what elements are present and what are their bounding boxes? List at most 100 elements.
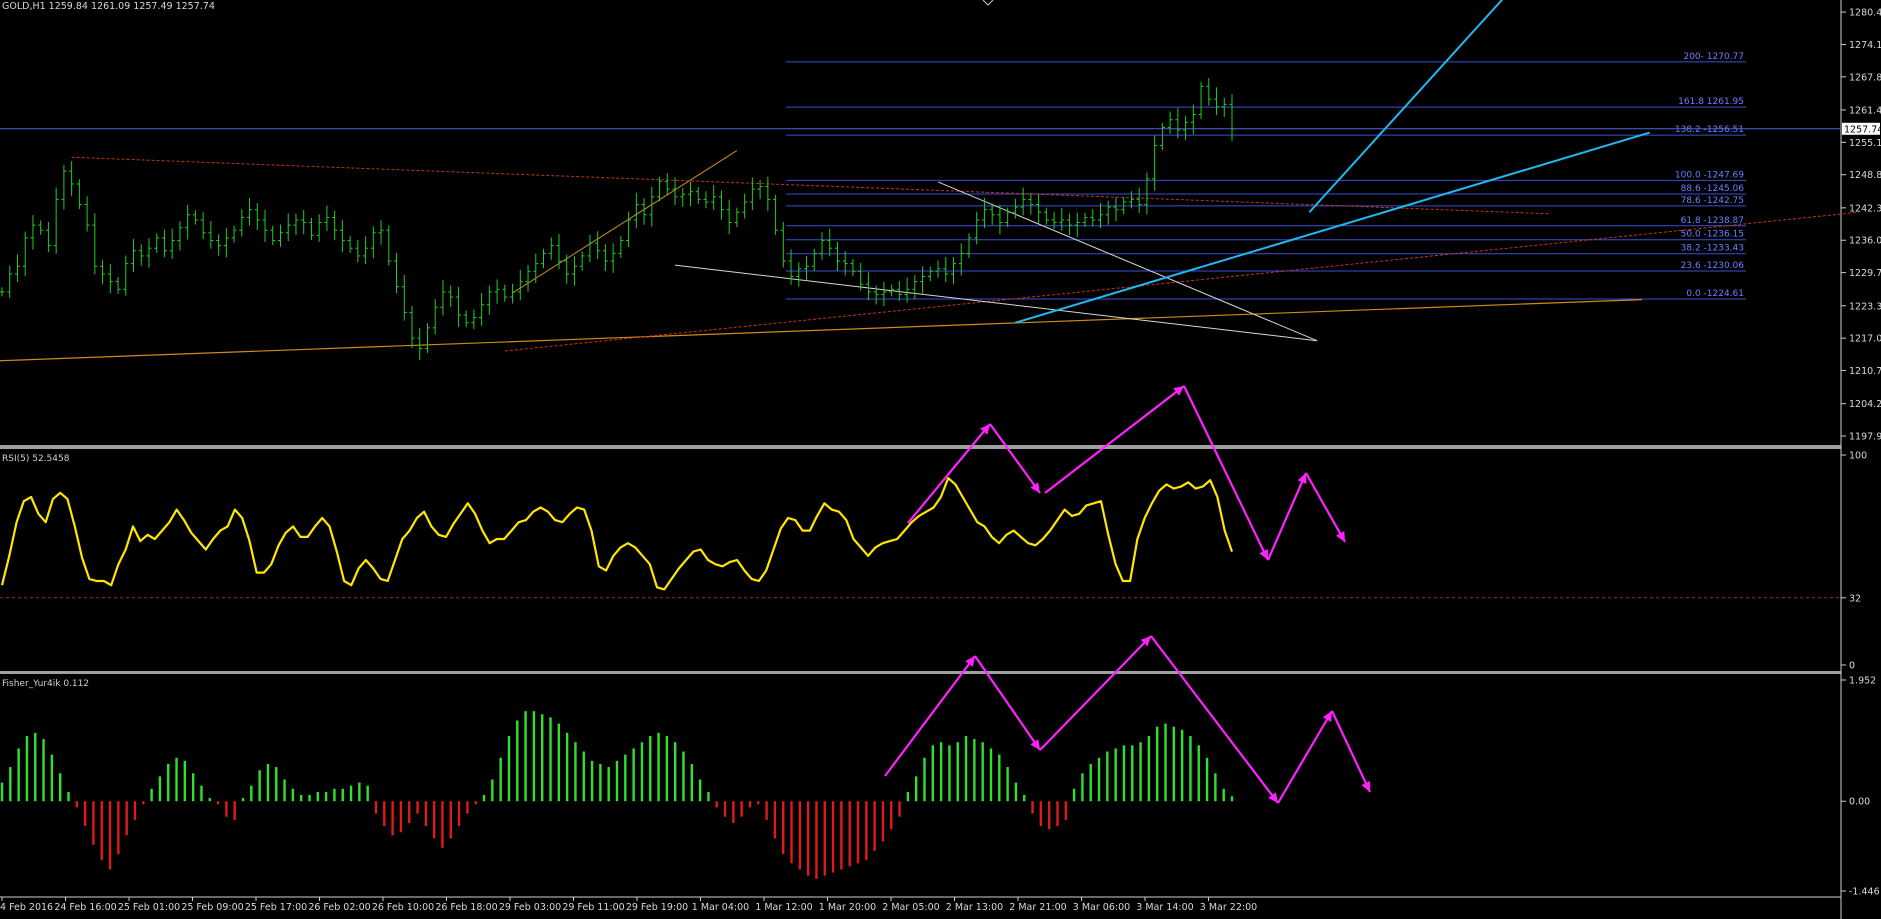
fisher-bar <box>624 754 627 802</box>
fisher-bar <box>1197 745 1200 802</box>
price-tick-label: 1261.40 <box>1849 105 1881 116</box>
fisher-bar <box>532 711 536 802</box>
fisher-bar <box>1164 723 1167 802</box>
fisher-bar <box>748 801 752 808</box>
fisher-bar <box>806 801 810 876</box>
price-tick-label: 1274.15 <box>1849 40 1881 51</box>
fisher-bar <box>1172 726 1176 802</box>
fisher-bar <box>499 757 502 802</box>
fib-level-label: 38.2 -1233.43 <box>1681 244 1744 254</box>
fisher-bar <box>9 767 12 802</box>
fisher-bar <box>58 773 62 802</box>
fisher-bar <box>541 714 544 802</box>
fisher-title: Fisher_Yur4ik 0.112 <box>2 679 89 689</box>
fisher-bar <box>341 788 344 802</box>
fisher-bar <box>324 791 328 802</box>
fisher-bar <box>1114 748 1117 802</box>
fisher-bar <box>757 801 760 805</box>
price-tick-label: 1217.00 <box>1849 334 1881 345</box>
fisher-bar <box>316 791 320 802</box>
time-tick-label: 1 Mar 04:00 <box>692 902 749 913</box>
time-tick-label: 26 Feb 10:00 <box>372 902 434 913</box>
fisher-bar <box>333 788 336 802</box>
fisher-bar <box>1006 767 1009 802</box>
fisher-bar <box>1056 801 1059 827</box>
fisher-bar <box>956 742 959 802</box>
price-tick-label: 1267.85 <box>1849 72 1881 83</box>
fisher-bar <box>906 791 910 802</box>
fisher-bar <box>1106 751 1109 802</box>
fib-level-label: 50.0 -1236.15 <box>1681 230 1744 240</box>
fisher-bar <box>42 739 45 802</box>
fisher-bar <box>150 788 153 802</box>
fisher-bar <box>865 801 868 861</box>
fisher-bar <box>482 795 486 802</box>
fisher-bar <box>158 776 162 802</box>
fisher-bar <box>973 739 976 802</box>
fisher-bar <box>424 801 428 827</box>
rsi-title: RSI(5) 52.5458 <box>2 454 70 464</box>
time-tick-label: 1 Mar 20:00 <box>819 902 876 913</box>
fisher-bar <box>732 801 735 823</box>
fisher-bar <box>1180 729 1184 802</box>
fisher-bar <box>682 751 685 802</box>
fisher-bar <box>1147 736 1151 802</box>
price-tick-label: 1255.10 <box>1849 138 1881 149</box>
fisher-bar <box>142 801 145 805</box>
fib-level-label: 161.8 1261.95 <box>1678 97 1744 107</box>
fisher-bar <box>582 751 585 802</box>
fisher-bar <box>75 801 78 808</box>
trading-chart[interactable]: GOLD,H1 1259.84 1261.09 1257.49 1257.74 … <box>0 0 1881 919</box>
fisher-bar <box>299 795 303 802</box>
fisher-bar <box>615 760 619 802</box>
fisher-bar <box>167 763 170 802</box>
fisher-bar <box>557 723 561 802</box>
fisher-bar <box>133 801 137 820</box>
time-tick-label: 29 Feb 19:00 <box>626 902 688 913</box>
fisher-bar <box>574 742 577 802</box>
fib-level-label: 200- 1270.77 <box>1683 52 1744 62</box>
fisher-tick-label: -1.446 <box>1849 887 1880 898</box>
fisher-bar <box>657 732 660 802</box>
price-tick-label: 1236.05 <box>1849 236 1881 247</box>
fisher-bar <box>291 788 295 802</box>
time-tick-label: 29 Feb 03:00 <box>499 902 561 913</box>
fib-level-label: 61.8 -1238.87 <box>1681 216 1744 226</box>
symbol-info: GOLD,H1 1259.84 1261.09 1257.49 1257.74 <box>2 1 215 12</box>
time-tick-label: 3 Mar 22:00 <box>1200 902 1257 913</box>
fisher-bar <box>998 754 1001 802</box>
pane-separator-fisher[interactable] <box>0 671 1841 674</box>
fisher-bar <box>233 801 236 820</box>
fisher-bar <box>432 801 436 839</box>
fisher-bar <box>524 711 527 802</box>
time-tick-label: 3 Mar 14:00 <box>1136 902 1193 913</box>
fisher-bar <box>366 785 369 802</box>
time-tick-label: 25 Feb 17:00 <box>245 902 307 913</box>
fisher-bar <box>1089 763 1092 802</box>
fisher-bar <box>649 736 652 802</box>
fisher-bar <box>931 745 935 802</box>
fisher-bar <box>125 801 128 836</box>
fisher-bar <box>507 736 511 802</box>
time-tick-label: 3 Mar 06:00 <box>1073 902 1130 913</box>
rsi-tick-label: 0 <box>1849 661 1855 672</box>
time-tick-label: 25 Feb 01:00 <box>118 902 180 913</box>
fisher-bar <box>1031 801 1034 814</box>
fisher-bar <box>632 748 635 802</box>
fisher-bar <box>707 791 710 802</box>
fisher-bar <box>283 779 286 802</box>
fisher-bar <box>241 798 245 802</box>
fisher-bar <box>890 801 893 830</box>
rsi-tick-label: 100 <box>1849 451 1867 462</box>
price-tick-label: 1197.95 <box>1849 432 1881 443</box>
fisher-bar <box>1081 773 1084 802</box>
fisher-bar <box>349 785 353 802</box>
fisher-bar <box>549 717 552 802</box>
time-tick-label: 2 Mar 13:00 <box>946 902 1003 913</box>
pane-separator-rsi[interactable] <box>0 445 1841 449</box>
fisher-bar <box>831 801 835 873</box>
fisher-bar <box>898 801 901 817</box>
time-tick-label: 2 Mar 05:00 <box>882 902 939 913</box>
time-tick-label: 1 Mar 12:00 <box>755 902 812 913</box>
fisher-bar <box>216 801 220 805</box>
